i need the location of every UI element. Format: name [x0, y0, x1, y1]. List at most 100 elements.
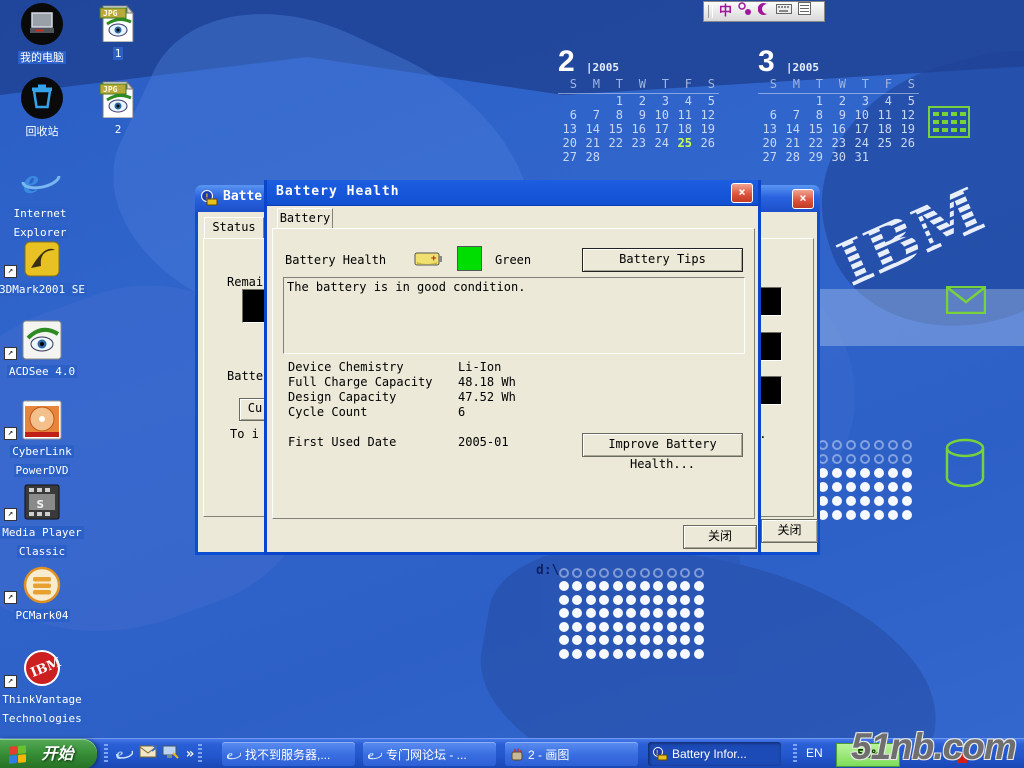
svg-text:s: s	[36, 496, 44, 512]
desktop-icon-jpg-1[interactable]: JPG 1	[72, 2, 164, 61]
thinkvantage-icon: IBM	[22, 648, 62, 688]
calendar-date: 4	[873, 94, 896, 108]
svg-text:e: e	[23, 161, 39, 201]
calendar-week-row: 6789101112	[758, 108, 919, 122]
calendar-date: 25	[673, 136, 696, 150]
windows-logo-icon	[8, 745, 27, 764]
close-icon[interactable]: ×	[731, 183, 753, 203]
pcmark-icon	[23, 566, 61, 604]
desktop-icon-media-player-classic[interactable]: s↗ Media Player Classic	[0, 483, 88, 559]
wallpaper-dot	[680, 568, 690, 578]
svg-text:e: e	[116, 746, 123, 762]
info-row-value: 47.52 Wh	[458, 390, 516, 404]
battery-label-fragment: Batte	[227, 369, 263, 383]
start-button[interactable]: 开始	[0, 739, 97, 768]
language-indicator[interactable]: EN	[806, 746, 823, 760]
calendar-date: 8	[604, 108, 627, 122]
calendar-date: 11	[873, 108, 896, 122]
calendar-date: 24	[850, 136, 873, 150]
shortcut-arrow-icon: ↗	[4, 347, 17, 360]
improve-battery-health-button[interactable]: Improve Battery Health...	[582, 433, 743, 457]
wallpaper-dot	[626, 568, 636, 578]
quicklaunch-ie-icon[interactable]: e	[114, 744, 134, 764]
tab-battery[interactable]: Battery	[277, 208, 333, 230]
wallpaper-dot	[874, 454, 884, 464]
desktop-icon-3dmark2001[interactable]: ↗ 3DMark2001 SE	[0, 240, 88, 297]
taskbar-button-server-not-found[interactable]: e 找不到服务器,...	[222, 742, 355, 766]
wallpaper-dot	[902, 468, 912, 478]
info-row-label: Full Charge Capacity	[288, 375, 433, 389]
info-row-value: 6	[458, 405, 465, 419]
wallpaper-dot	[559, 649, 569, 659]
wallpaper-dot	[846, 454, 856, 464]
wallpaper-dot	[599, 608, 609, 618]
battery-health-titlebar[interactable]: Battery Health ×	[267, 180, 758, 206]
wallpaper-dot	[680, 635, 690, 645]
calendar-date: 12	[896, 108, 919, 122]
close-button-background[interactable]: 关闭	[761, 519, 818, 543]
calendar-date: 13	[558, 122, 581, 136]
calendar-week-row: 12345	[558, 94, 719, 108]
desktop-icon-thinkvantage[interactable]: IBM↗ ThinkVantage Technologies	[0, 648, 88, 726]
jpg-file-icon: JPG	[99, 2, 137, 42]
wallpaper-dot	[613, 622, 623, 632]
close-button[interactable]: 关闭	[683, 525, 757, 549]
wallpaper-dot	[613, 635, 623, 645]
wallpaper-dot	[680, 581, 690, 591]
wallpaper-dot	[902, 510, 912, 520]
quicklaunch-mail-icon[interactable]	[138, 744, 158, 764]
wallpaper-dot	[586, 635, 596, 645]
wallpaper-dot	[667, 581, 677, 591]
wallpaper-dot	[599, 568, 609, 578]
taskbar-button-battery-information[interactable]: ! Battery Infor...	[648, 742, 781, 766]
wallpaper-dot	[694, 635, 704, 645]
taskbar-button-paint[interactable]: 2 - 画图	[505, 742, 638, 766]
wallpaper-dot	[640, 581, 650, 591]
wallpaper-dot	[559, 622, 569, 632]
wallpaper-dot	[640, 608, 650, 618]
taskbar-button-forum[interactable]: e 专门网论坛 - ...	[363, 742, 496, 766]
ime-punctuation-icon[interactable]	[758, 2, 770, 22]
wallpaper-dot	[874, 510, 884, 520]
calendar-date: 10	[650, 108, 673, 122]
quicklaunch-show-desktop-icon[interactable]	[160, 744, 180, 764]
close-icon[interactable]: ×	[792, 189, 814, 209]
wallpaper-dot	[572, 581, 582, 591]
wallpaper-dot	[888, 482, 898, 492]
wallpaper-dot	[846, 440, 856, 450]
wallpaper-light-band	[816, 289, 1024, 346]
drive-label: d:\	[536, 563, 559, 578]
calendar-date: 21	[581, 136, 604, 150]
desktop-icon-powerdvd[interactable]: ↗ CyberLink PowerDVD	[0, 400, 88, 478]
condition-textbox[interactable]: The battery is in good condition.	[283, 277, 745, 354]
wallpaper-dot	[860, 454, 870, 464]
desktop-icon-internet-explorer[interactable]: e Internet Explorer	[0, 160, 86, 240]
info-row-label: Cycle Count	[288, 405, 367, 419]
ime-language-bar[interactable]: 中	[703, 1, 825, 22]
calendar-month: 3	[758, 45, 779, 78]
ime-keyboard-icon[interactable]	[776, 3, 792, 21]
tab-status[interactable]: Status	[204, 217, 264, 239]
battery-tips-button[interactable]: Battery Tips	[582, 248, 743, 272]
wallpaper-dot	[888, 440, 898, 450]
desktop-icon-acdsee[interactable]: ↗ ACDSee 4.0	[0, 320, 88, 379]
ime-menu-icon[interactable]	[798, 2, 811, 21]
calendar-date: 5	[896, 94, 919, 108]
quicklaunch-overflow-chevron[interactable]: »	[180, 744, 200, 764]
wallpaper-dot	[832, 510, 842, 520]
wallpaper-dot	[902, 482, 912, 492]
desktop-icon-pcmark04[interactable]: ↗ PCMark04	[0, 566, 88, 623]
calendar-date: 15	[604, 122, 627, 136]
calendar-date: 27	[558, 150, 581, 164]
wallpaper-dot	[846, 510, 856, 520]
calendar-date: 9	[627, 108, 650, 122]
desktop-icon-jpg-2[interactable]: JPG 2	[72, 78, 164, 137]
ime-mode-icon[interactable]: 中	[719, 3, 732, 21]
ime-fullwidth-icon[interactable]	[738, 2, 752, 22]
calendar-year: |2005	[786, 61, 827, 74]
calendar-date: 23	[627, 136, 650, 150]
ime-grip[interactable]	[708, 5, 713, 18]
wallpaper-dot	[626, 622, 636, 632]
calendar-date: 15	[804, 122, 827, 136]
wallpaper-dot	[860, 496, 870, 506]
